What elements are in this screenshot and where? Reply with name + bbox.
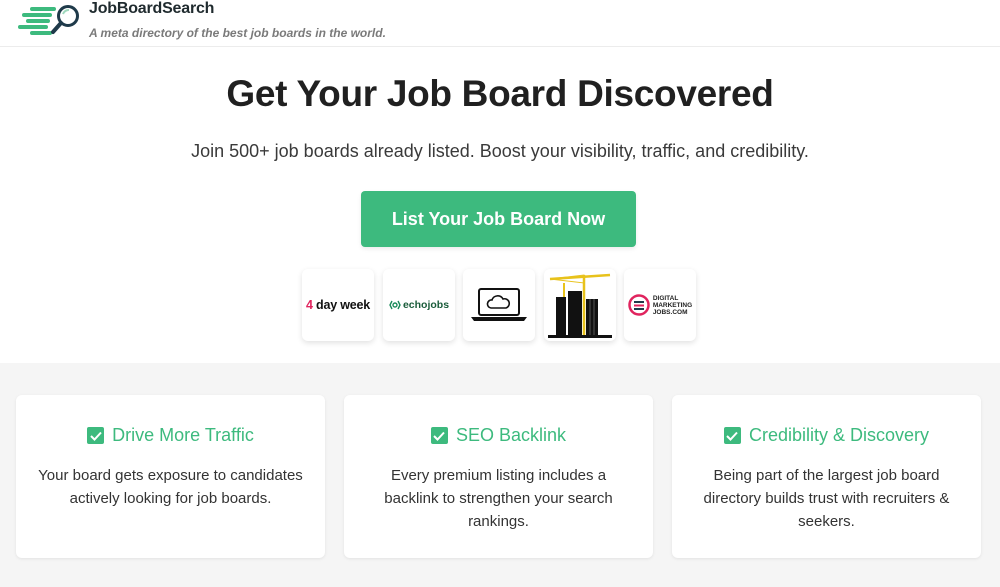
logo-tile-laptop-cloud[interactable] [463,269,535,341]
logo-tile-echojobs[interactable]: echojobs [383,269,455,341]
hero-section: Get Your Job Board Discovered Join 500+ … [0,47,1000,363]
feature-description: Being part of the largest job board dire… [703,467,950,530]
feature-card-seo: SEO Backlink Every premium listing inclu… [344,395,653,558]
logo-tile-construction[interactable] [544,269,616,341]
check-icon [723,427,741,444]
check-icon [87,427,105,444]
listed-boards-logos: 4 day week echojobs DIGITAL MARKETING JO… [0,269,1000,341]
laptop-cloud-icon [471,288,527,321]
logo-tile-4-day-week[interactable]: 4 day week [302,269,374,341]
feature-title: Drive More Traffic [112,425,254,445]
feature-description: Your board gets exposure to candidates a… [38,467,303,507]
echojobs-logo: echojobs [389,299,449,311]
hero-subtitle: Join 500+ job boards already listed. Boo… [191,141,809,161]
check-icon [430,427,448,444]
feature-card-credibility: Credibility & Discovery Being part of th… [672,395,981,558]
digital-marketing-jobs-mark-icon [628,294,650,316]
job-board-search-logo-icon[interactable] [18,2,82,40]
feature-title: Credibility & Discovery [748,425,930,445]
echojobs-mark-icon [389,300,401,310]
feature-title: SEO Backlink [455,425,567,445]
feature-card-traffic: Drive More Traffic Your board gets expos… [16,395,325,558]
dm-line-1: DIGITAL [652,294,679,302]
brand-name[interactable]: JobBoardSearch [89,0,214,18]
echojobs-text: echojobs [402,299,450,311]
crane-building-icon [548,273,612,338]
dm-line-2: MARKETING [652,301,693,309]
feature-description: Every premium listing includes a backlin… [384,467,613,530]
features-section: Drive More Traffic Your board gets expos… [0,363,1000,587]
site-header: JobBoardSearch A meta directory of the b… [0,0,1000,47]
four-day-week-text: day week [312,298,371,312]
four-day-week-number: 4 [305,298,313,312]
page-title: Get Your Job Board Discovered [226,73,774,114]
four-day-week-logo: 4 day week [306,298,370,312]
brand-tagline: A meta directory of the best job boards … [89,26,386,40]
logo-tile-digital-marketing-jobs[interactable]: DIGITAL MARKETING JOBS.COM [624,269,696,341]
digital-marketing-jobs-logo: DIGITAL MARKETING JOBS.COM [628,294,692,316]
dm-line-3: JOBS.COM [652,308,688,316]
list-your-job-board-button[interactable]: List Your Job Board Now [361,191,636,247]
